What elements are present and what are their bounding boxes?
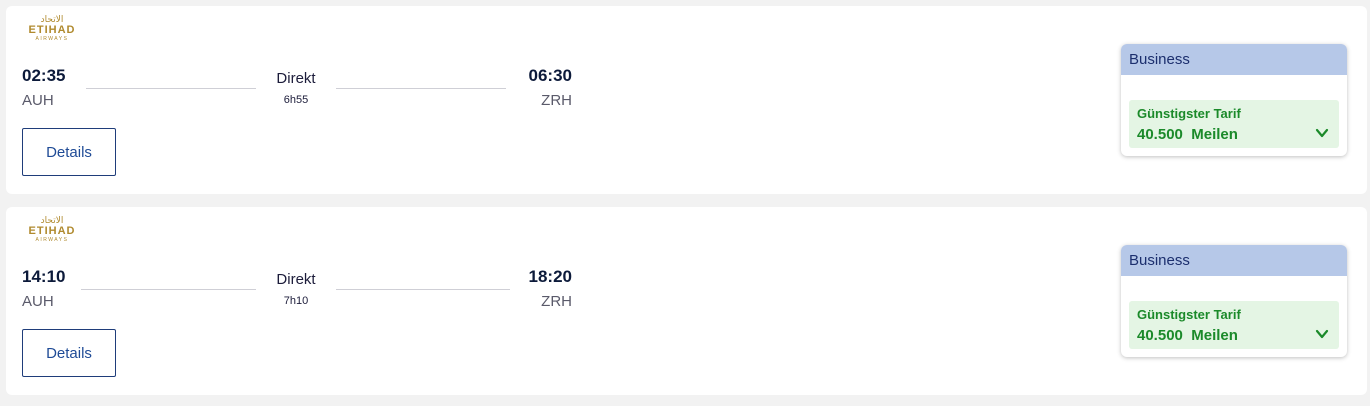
departure-airport: AUH: [22, 293, 54, 310]
details-button[interactable]: Details: [22, 329, 116, 377]
flight-card: الاتحاد ETIHAD AIRWAYS 14:10 AUH Direkt …: [6, 207, 1367, 395]
fare-amount: 40.500: [1137, 126, 1183, 143]
route-line-left: [81, 289, 256, 290]
flight-card: الاتحاد ETIHAD AIRWAYS 02:35 AUH Direkt …: [6, 6, 1367, 194]
stops-label: Direkt: [276, 70, 316, 87]
flight-duration: 7h10: [283, 295, 309, 307]
fare-label: Günstigster Tarif: [1137, 307, 1241, 322]
etihad-logo: الاتحاد ETIHAD AIRWAYS: [28, 14, 76, 42]
flight-duration: 6h55: [283, 94, 309, 106]
fare-option-business[interactable]: Business Günstigster Tarif 40.500 Meilen: [1121, 245, 1347, 357]
arrival-airport: ZRH: [541, 293, 572, 310]
stops-label: Direkt: [276, 271, 316, 288]
arrival-time: 18:20: [528, 267, 572, 286]
fare-amount: 40.500: [1137, 327, 1183, 344]
fare-label: Günstigster Tarif: [1137, 106, 1241, 121]
cheapest-fare-box[interactable]: Günstigster Tarif 40.500 Meilen: [1129, 100, 1339, 148]
cabin-class-header: Business: [1121, 245, 1347, 276]
arrival-time: 06:30: [528, 66, 572, 85]
departure-time: 02:35: [22, 66, 66, 85]
arrival-airport: ZRH: [541, 92, 572, 109]
fare-price: 40.500 Meilen: [1137, 327, 1238, 344]
cabin-class-header: Business: [1121, 44, 1347, 75]
route-line-right: [336, 88, 506, 89]
fare-unit: Meilen: [1191, 126, 1238, 143]
details-button[interactable]: Details: [22, 128, 116, 176]
departure-time: 14:10: [22, 267, 66, 286]
route-line-left: [86, 88, 256, 89]
route-line-right: [336, 289, 510, 290]
fare-option-business[interactable]: Business Günstigster Tarif 40.500 Meilen: [1121, 44, 1347, 156]
fare-unit: Meilen: [1191, 327, 1238, 344]
chevron-down-icon[interactable]: [1315, 126, 1329, 140]
cheapest-fare-box[interactable]: Günstigster Tarif 40.500 Meilen: [1129, 301, 1339, 349]
fare-price: 40.500 Meilen: [1137, 126, 1238, 143]
chevron-down-icon[interactable]: [1315, 327, 1329, 341]
etihad-logo: الاتحاد ETIHAD AIRWAYS: [28, 215, 76, 243]
departure-airport: AUH: [22, 92, 54, 109]
